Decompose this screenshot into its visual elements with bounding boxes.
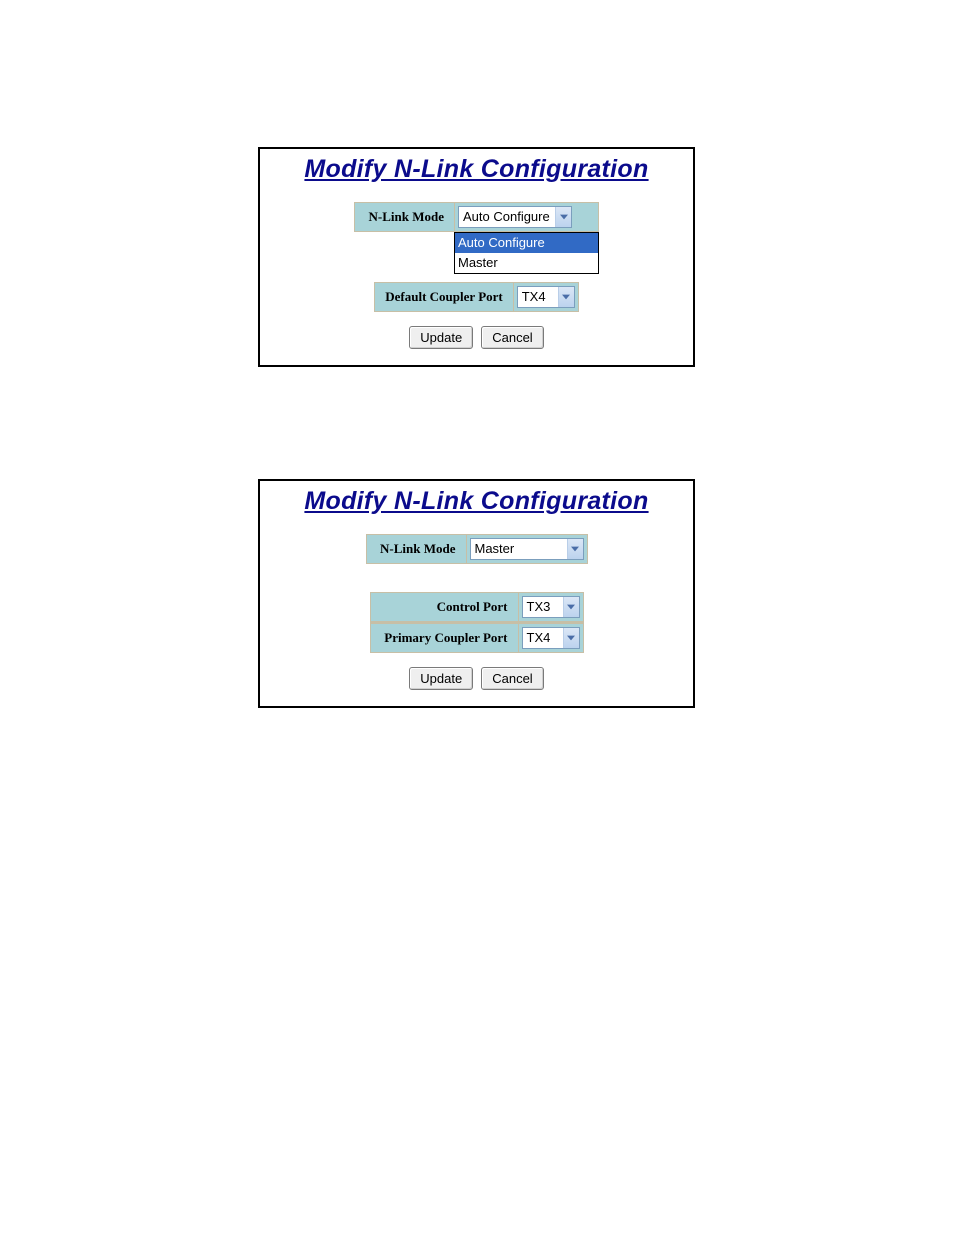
nlink-mode-label: N-Link Mode [367,535,467,563]
primary-coupler-label: Primary Coupler Port [371,623,519,652]
nlink-mode-select[interactable]: Master [470,538,584,560]
cancel-button[interactable]: Cancel [481,326,543,349]
chevron-down-icon [563,597,579,617]
config-panel-master: Modify N-Link Configuration N-Link Mode … [258,479,695,708]
nlink-mode-select[interactable]: Auto Configure [458,206,572,228]
config-panel-autoconfigure: Modify N-Link Configuration N-Link Mode … [258,147,695,367]
nlink-mode-option-autoconfigure[interactable]: Auto Configure [455,233,598,253]
default-coupler-label: Default Coupler Port [375,283,513,311]
default-coupler-row: Default Coupler Port TX4 [374,282,578,312]
update-button[interactable]: Update [409,326,473,349]
nlink-mode-select-value: Master [475,539,565,559]
nlink-mode-option-master[interactable]: Master [455,253,598,273]
nlink-mode-select-value: Auto Configure [463,207,553,227]
primary-coupler-row: Primary Coupler Port TX4 [370,622,584,653]
primary-coupler-select-value: TX4 [527,628,561,648]
nlink-mode-dropdown: Auto Configure Master [454,232,599,274]
update-button[interactable]: Update [409,667,473,690]
chevron-down-icon [563,628,579,648]
nlink-mode-label: N-Link Mode [355,203,455,231]
control-port-row: Control Port TX3 [370,592,584,622]
control-port-label: Control Port [371,593,519,621]
default-coupler-select-value: TX4 [522,287,556,307]
primary-coupler-select[interactable]: TX4 [522,627,580,649]
nlink-mode-row: N-Link Mode Auto Configure [354,202,599,232]
default-coupler-select[interactable]: TX4 [517,286,575,308]
chevron-down-icon [567,539,583,559]
cancel-button[interactable]: Cancel [481,667,543,690]
page-title: Modify N-Link Configuration [270,487,683,516]
control-port-select[interactable]: TX3 [522,596,580,618]
chevron-down-icon [555,207,571,227]
page-title: Modify N-Link Configuration [270,155,683,184]
chevron-down-icon [558,287,574,307]
nlink-mode-row: N-Link Mode Master [366,534,588,564]
control-port-select-value: TX3 [527,597,561,617]
